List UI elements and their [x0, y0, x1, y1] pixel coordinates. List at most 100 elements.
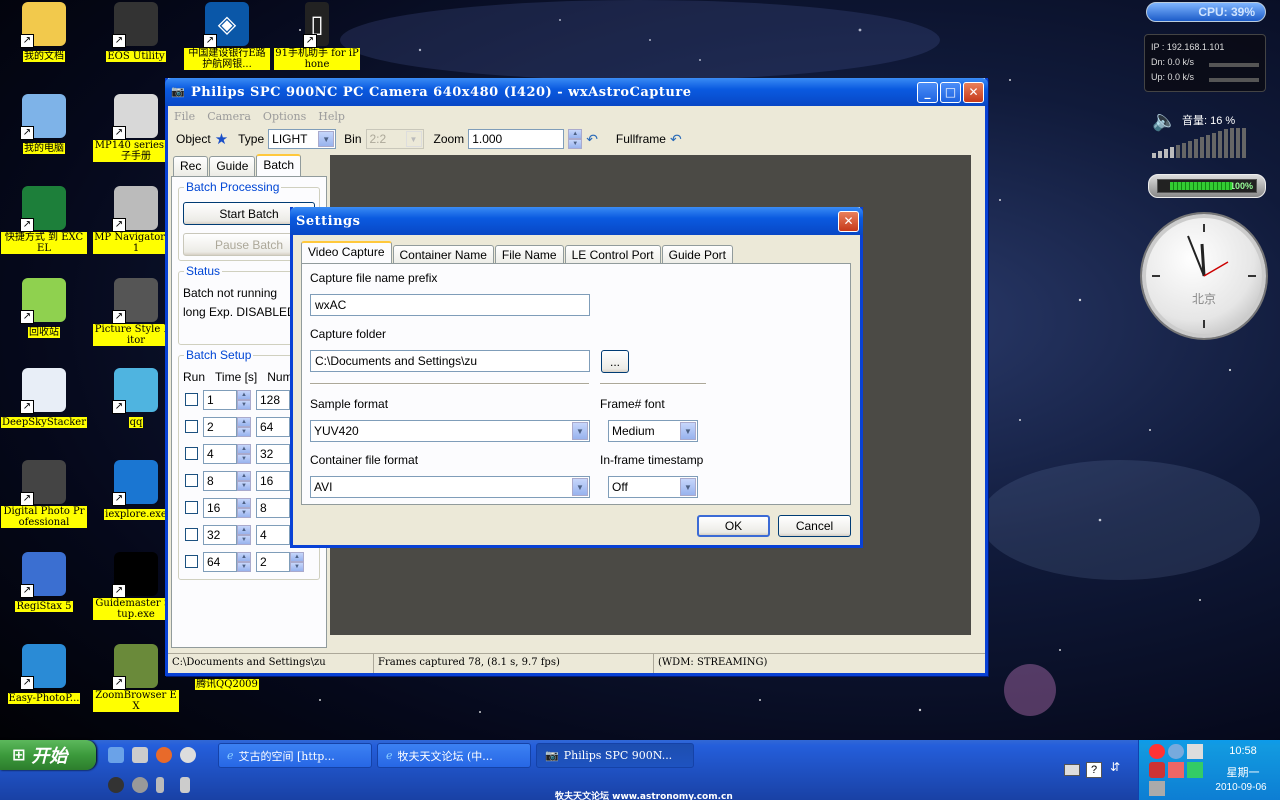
- dialog-close-button[interactable]: ✕: [838, 210, 859, 232]
- tab-guide[interactable]: Guide: [209, 156, 256, 176]
- firefox-icon[interactable]: [156, 747, 172, 763]
- menu-camera[interactable]: Camera: [207, 110, 251, 123]
- tab-rec[interactable]: Rec: [173, 156, 209, 176]
- desktop-icon[interactable]: ↗ 快捷方式 到 EXCEL: [1, 186, 87, 254]
- num-value[interactable]: 4: [256, 524, 290, 545]
- container-format-label: Container file format: [310, 453, 419, 467]
- time-value[interactable]: 2: [203, 416, 237, 437]
- run-checkbox[interactable]: [185, 501, 198, 514]
- run-checkbox[interactable]: [185, 474, 198, 487]
- time-value[interactable]: 8: [203, 470, 237, 491]
- run-checkbox[interactable]: [185, 447, 198, 460]
- sample-format-select[interactable]: YUV420 ▼: [310, 420, 590, 442]
- explorer-icon[interactable]: [132, 747, 148, 763]
- task-button-space[interactable]: ℯ 艾古的空间 [http...: [218, 743, 372, 768]
- time-spinner[interactable]: 1 ▲ ▼: [203, 389, 251, 410]
- menu-file[interactable]: File: [174, 110, 195, 123]
- media-player-icon[interactable]: [180, 747, 196, 763]
- tray-weekday[interactable]: 星期一: [1209, 764, 1277, 780]
- container-format-select[interactable]: AVI ▼: [310, 476, 590, 498]
- zoom-reset-icon[interactable]: ↶: [586, 131, 598, 148]
- folder-icon: ↗: [20, 2, 66, 48]
- time-spinner[interactable]: 4 ▲ ▼: [203, 443, 251, 464]
- time-spinner[interactable]: 32 ▲ ▼: [203, 524, 251, 545]
- time-spinner[interactable]: 16 ▲ ▼: [203, 497, 251, 518]
- start-button[interactable]: ⊞ 开始: [0, 740, 96, 770]
- window-titlebar[interactable]: 📷 Philips SPC 900NC PC Camera 640x480 (I…: [165, 78, 988, 106]
- browse-button[interactable]: ...: [601, 350, 629, 373]
- zoom-input[interactable]: 1.000: [468, 129, 565, 149]
- time-value[interactable]: 4: [203, 443, 237, 464]
- run-checkbox[interactable]: [185, 393, 198, 406]
- num-value[interactable]: 128: [256, 389, 290, 410]
- show-desktop-icon[interactable]: [108, 747, 124, 763]
- run-checkbox[interactable]: [185, 555, 198, 568]
- star-icon[interactable]: ★: [215, 130, 228, 148]
- num-value[interactable]: 32: [256, 443, 290, 464]
- tray-time[interactable]: 10:58: [1209, 745, 1277, 757]
- type-select[interactable]: LIGHT ▼: [268, 129, 337, 149]
- run-checkbox[interactable]: [185, 528, 198, 541]
- desktop-icon[interactable]: ↗ 我的文档: [1, 2, 87, 62]
- tab-le-control-port[interactable]: LE Control Port: [564, 245, 661, 265]
- desktop-icon[interactable]: ↗ 我的电脑: [1, 94, 87, 154]
- frame-font-select[interactable]: Medium ▼: [608, 420, 698, 442]
- minimize-button[interactable]: _: [917, 81, 938, 103]
- task-button-wxastrocapture[interactable]: 📷 Philips SPC 900N...: [536, 743, 694, 768]
- fullframe-icon[interactable]: ↶: [670, 131, 682, 148]
- time-spinner[interactable]: 2 ▲ ▼: [203, 416, 251, 437]
- tab-video-capture[interactable]: Video Capture: [301, 241, 392, 265]
- time-spinner[interactable]: 8 ▲ ▼: [203, 470, 251, 491]
- maximize-button[interactable]: □: [940, 81, 961, 103]
- num-value[interactable]: 64: [256, 416, 290, 437]
- quicklaunch-app-icon[interactable]: [156, 777, 164, 793]
- desktop-icon-qq2009[interactable]: 腾讯QQ2009: [184, 676, 270, 690]
- num-value[interactable]: 2: [256, 551, 290, 572]
- start-label: 开始: [31, 746, 68, 766]
- tab-container-name[interactable]: Container Name: [392, 245, 494, 265]
- run-checkbox[interactable]: [185, 420, 198, 433]
- tray-arrows-icon[interactable]: ⇵: [1110, 760, 1120, 774]
- desktop-icon-91-assistant[interactable]: ▯ ↗ 91手机助手 for iPhone: [274, 2, 360, 70]
- time-value[interactable]: 64: [203, 551, 237, 572]
- keyboard-icon[interactable]: [1064, 764, 1080, 776]
- time-spinner[interactable]: 64 ▲ ▼: [203, 551, 251, 572]
- desktop-icon[interactable]: ↗ 回收站: [1, 278, 87, 338]
- bin-select[interactable]: 2:2 ▼: [365, 129, 424, 149]
- quicklaunch-app-icon[interactable]: [180, 777, 190, 793]
- task-button-forum[interactable]: ℯ 牧夫天文论坛 (中...: [377, 743, 531, 768]
- time-value[interactable]: 32: [203, 524, 237, 545]
- help-icon[interactable]: ?: [1086, 762, 1102, 778]
- menu-help[interactable]: Help: [318, 110, 345, 123]
- desktop-icon[interactable]: ↗ Digital Photo Professional: [1, 460, 87, 528]
- prefix-input[interactable]: wxAC: [310, 294, 590, 316]
- menu-options[interactable]: Options: [263, 110, 306, 123]
- ok-button[interactable]: OK: [697, 515, 770, 537]
- cancel-button[interactable]: Cancel: [778, 515, 851, 537]
- desktop-icon[interactable]: ↗ DeepSkyStacker: [1, 368, 87, 428]
- close-button[interactable]: ✕: [963, 81, 984, 103]
- quicklaunch-app-icon[interactable]: [108, 777, 124, 793]
- volume-gadget[interactable]: 🔈 音量: 16 %: [1152, 106, 1264, 162]
- desktop-icon[interactable]: ↗ RegiStax 5: [1, 552, 87, 612]
- desktop-icon-bank[interactable]: ◈ ↗ 中国建设银行E路护航网银...: [184, 2, 270, 70]
- tray-date[interactable]: 2010-09-06: [1203, 782, 1279, 793]
- tab-guide-port[interactable]: Guide Port: [661, 245, 733, 265]
- desktop-icon[interactable]: ↗ Easy-PhotoP...: [1, 644, 87, 704]
- quicklaunch-app-icon[interactable]: [132, 777, 148, 793]
- desktop-icon[interactable]: ↗ EOS Utility: [93, 2, 179, 62]
- tray-icons[interactable]: [1149, 744, 1209, 796]
- tab-file-name[interactable]: File Name: [494, 245, 564, 265]
- zoom-spinner[interactable]: ▲ ▼: [568, 129, 583, 149]
- timestamp-select[interactable]: Off ▼: [608, 476, 698, 498]
- num-spinner[interactable]: 2 ▲ ▼: [256, 551, 304, 572]
- tab-batch[interactable]: Batch: [256, 154, 302, 176]
- num-value[interactable]: 16: [256, 470, 290, 491]
- num-value[interactable]: 8: [256, 497, 290, 518]
- dialog-titlebar[interactable]: Settings ✕: [290, 207, 863, 235]
- time-value[interactable]: 1: [203, 389, 237, 410]
- folder-input[interactable]: C:\Documents and Settings\zu: [310, 350, 590, 372]
- time-value[interactable]: 16: [203, 497, 237, 518]
- separator: [600, 383, 706, 385]
- settings-dialog[interactable]: Settings ✕ Video Capture Container Name …: [290, 207, 863, 548]
